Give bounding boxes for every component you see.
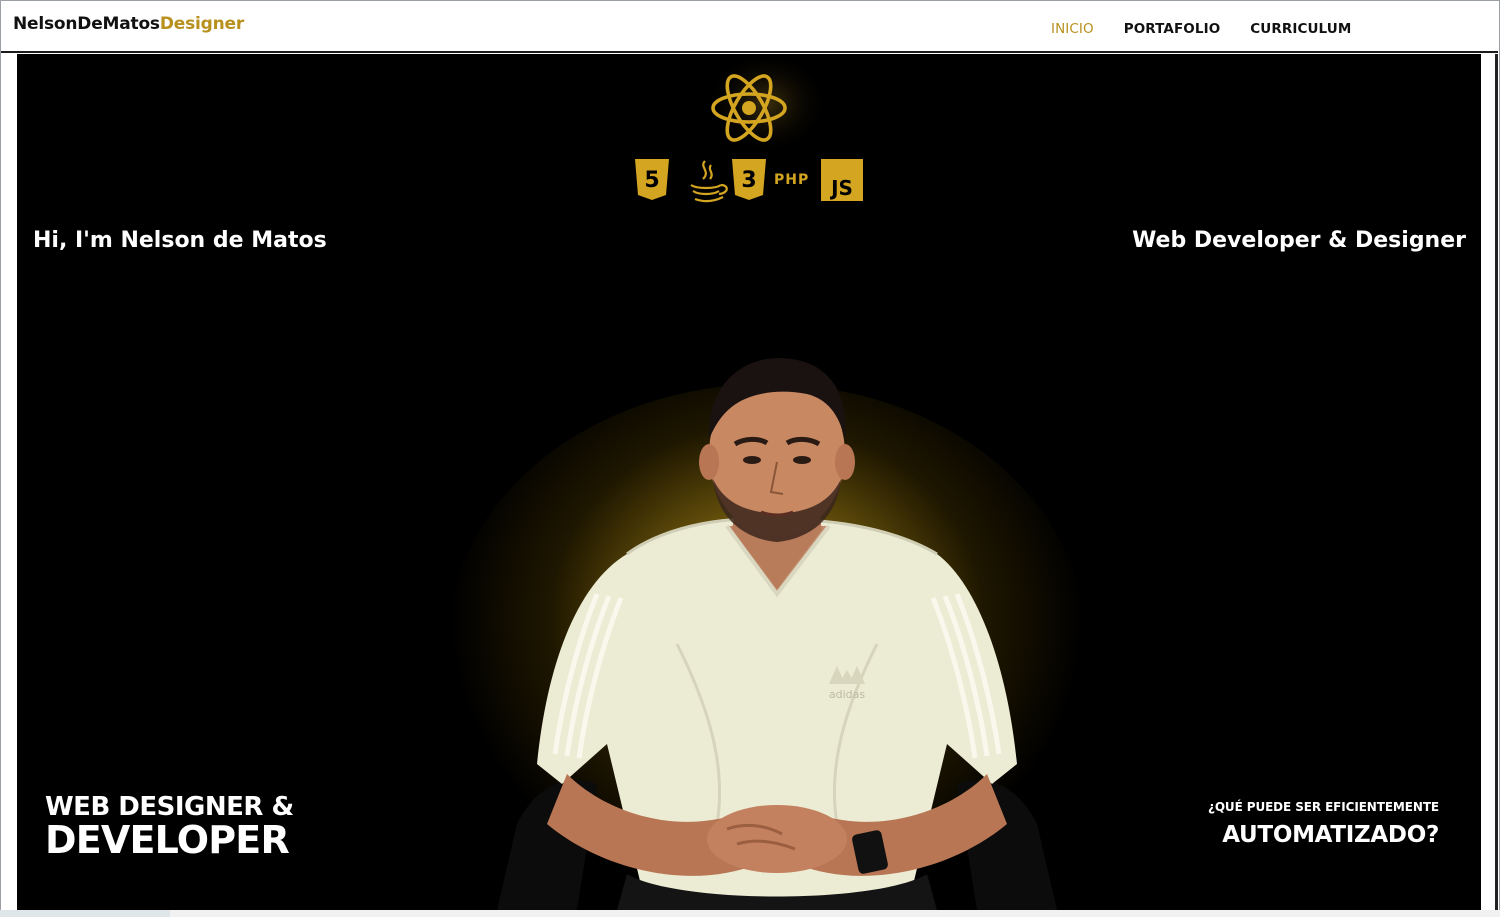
nav-link-inicio[interactable]: INICIO [1051, 21, 1094, 37]
bottom-strip [0, 910, 1500, 917]
tech-icons-row: 5 3 PHP JS [635, 159, 863, 203]
brand-name-part2: Designer [159, 14, 245, 34]
hero-banner: 5 3 PHP JS Hi, I'm Nelson de Matos Web D… [17, 54, 1481, 910]
atom-icon [705, 58, 829, 160]
scroll-edge [1495, 54, 1498, 910]
css3-icon: 3 [732, 159, 766, 200]
badge-line-2: DEVELOPER [45, 818, 290, 862]
top-navbar: NelsonDeMatosDesigner INICIO PORTAFOLIO … [1, 1, 1498, 53]
svg-text:JS: JS [829, 176, 853, 200]
brand-name-part1: NelsonDeMatos [13, 14, 160, 34]
html5-digit: 5 [644, 168, 659, 193]
question-line-1: ¿QUÉ PUEDE SER EFICIENTEMENTE [1207, 800, 1439, 814]
question-line-2: AUTOMATIZADO? [1222, 822, 1439, 848]
brand-logo[interactable]: NelsonDeMatosDesigner [13, 14, 244, 34]
css3-digit: 3 [741, 168, 756, 193]
main-nav: INICIO PORTAFOLIO CURRICULUM [1051, 21, 1381, 37]
js-icon: JS [821, 159, 863, 201]
nav-link-portafolio[interactable]: PORTAFOLIO [1124, 21, 1221, 37]
bottom-strip-segment [0, 910, 170, 917]
shirt-logo-text: adidas [829, 688, 866, 701]
nav-link-curriculum[interactable]: CURRICULUM [1250, 21, 1351, 37]
java-icon [690, 160, 728, 203]
php-icon: PHP [774, 172, 809, 188]
portrait-photo: adidas [497, 358, 1057, 910]
html5-icon: 5 [635, 159, 669, 200]
right-gutter [1481, 54, 1499, 910]
role-heading: Web Developer & Designer [1132, 228, 1466, 253]
greeting-heading: Hi, I'm Nelson de Matos [33, 228, 327, 253]
